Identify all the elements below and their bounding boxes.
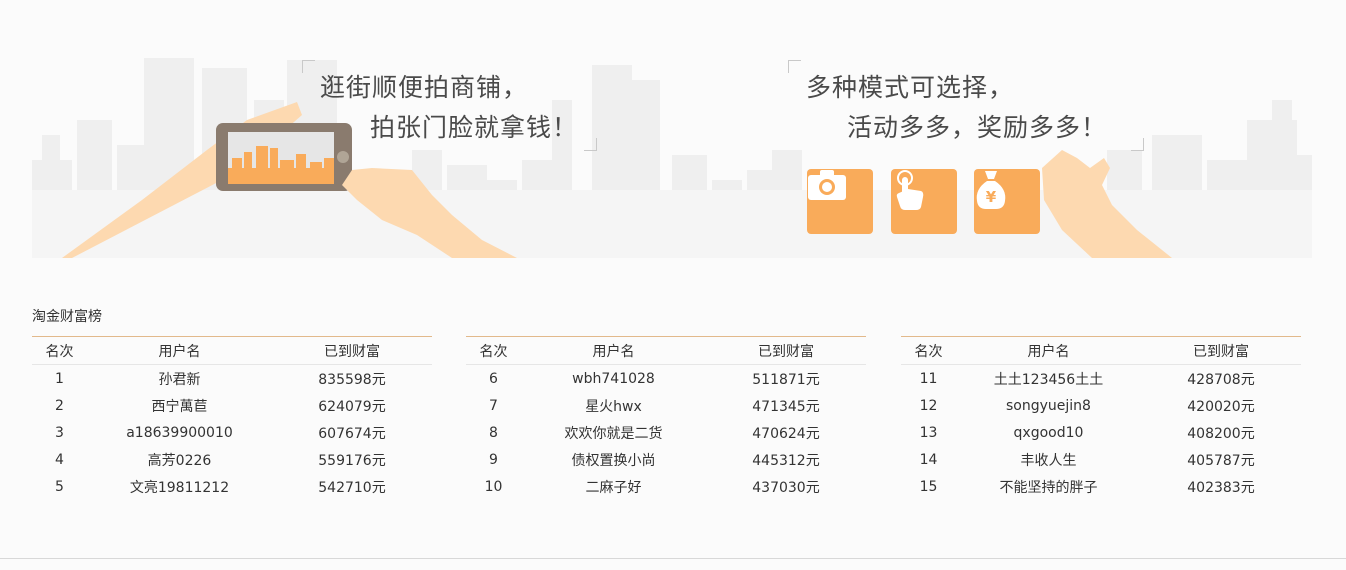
wealth-cell: 437030元 — [752, 479, 820, 496]
header-wealth: 已到财富 — [324, 343, 380, 360]
user-cell: 星火hwx — [585, 398, 642, 415]
table-row: 3 a18639900010 607674元 — [32, 419, 432, 446]
slogan-left-line1: 逛街顺便拍商铺， — [320, 73, 529, 102]
table-row: 7 星火hwx 471345元 — [466, 392, 866, 419]
header-rank: 名次 — [914, 343, 943, 360]
header-wealth: 已到财富 — [758, 343, 814, 360]
camera-feature-tile — [807, 169, 873, 234]
user-cell: wbh741028 — [572, 370, 655, 387]
user-cell: 西宁萬苣 — [151, 398, 208, 415]
header-user: 用户名 — [1027, 343, 1070, 360]
rank-cell: 12 — [919, 397, 938, 414]
table-row: 6 wbh741028 511871元 — [466, 365, 866, 392]
quote-corner-top-left — [788, 60, 801, 73]
rank-cell: 1 — [55, 370, 64, 387]
promo-banner: 逛街顺便拍商铺， 拍张门脸就拿钱！ 多种模式可选择， 活动多多，奖励多多！ ¥ — [32, 40, 1312, 258]
rank-cell: 10 — [484, 478, 503, 495]
yuan-glyph: ¥ — [986, 188, 997, 206]
table-row: 14 丰收人生 405787元 — [901, 446, 1301, 473]
wealth-cell: 470624元 — [752, 425, 820, 442]
ranking-table: 名次 用户名 已到财富 11 土土123456土土 428708元 12 songyu… — [901, 336, 1301, 500]
rank-cell: 3 — [55, 424, 64, 441]
wealth-cell: 835598元 — [318, 371, 386, 388]
money-bag-icon: ¥ — [976, 171, 1006, 209]
table-row: 1 孙君新 835598元 — [32, 365, 432, 392]
table-row: 2 西宁萬苣 624079元 — [32, 392, 432, 419]
rank-cell: 9 — [489, 451, 498, 468]
user-cell: 二麻子好 — [585, 479, 642, 496]
wealth-cell: 402383元 — [1187, 479, 1255, 496]
wealth-cell: 471345元 — [752, 398, 820, 415]
table-header: 名次 用户名 已到财富 — [901, 337, 1301, 365]
user-cell: 高芳0226 — [147, 452, 212, 469]
table-row: 8 欢欢你就是二货 470624元 — [466, 419, 866, 446]
wealth-cell: 428708元 — [1187, 371, 1255, 388]
user-cell: 丰收人生 — [1020, 452, 1077, 469]
table-header: 名次 用户名 已到财富 — [32, 337, 432, 365]
table-row: 11 土土123456土土 428708元 — [901, 365, 1301, 392]
user-cell: 土土123456土土 — [993, 371, 1104, 388]
table-row: 9 债权置换小尚 445312元 — [466, 446, 866, 473]
quote-corner-bottom-right — [1131, 138, 1144, 151]
user-cell: 不能坚持的胖子 — [999, 479, 1098, 496]
rank-cell: 4 — [55, 451, 64, 468]
rank-cell: 8 — [489, 424, 498, 441]
rank-cell: 2 — [55, 397, 64, 414]
table-row: 13 qxgood10 408200元 — [901, 419, 1301, 446]
wealth-cell: 408200元 — [1187, 425, 1255, 442]
wealth-cell: 607674元 — [318, 425, 386, 442]
header-rank: 名次 — [479, 343, 508, 360]
tap-feature-tile — [891, 169, 957, 234]
rank-cell: 5 — [55, 478, 64, 495]
table-row: 12 songyuejin8 420020元 — [901, 392, 1301, 419]
header-wealth: 已到财富 — [1193, 343, 1249, 360]
rank-cell: 6 — [489, 370, 498, 387]
user-cell: 文亮19811212 — [129, 479, 230, 496]
user-cell: a18639900010 — [126, 424, 233, 441]
header-rank: 名次 — [45, 343, 74, 360]
header-user: 用户名 — [158, 343, 201, 360]
rank-cell: 13 — [919, 424, 938, 441]
wealth-cell: 559176元 — [318, 452, 386, 469]
wealth-cell: 542710元 — [318, 479, 386, 496]
ranking-table: 名次 用户名 已到财富 1 孙君新 835598元 2 西宁萬苣 624079元 3 a1… — [32, 336, 432, 500]
user-cell: 孙君新 — [158, 371, 201, 388]
user-cell: qxgood10 — [1013, 424, 1084, 441]
user-cell: 欢欢你就是二货 — [564, 425, 663, 442]
leaderboard-title: 淘金财富榜 — [32, 309, 102, 325]
table-row: 4 高芳0226 559176元 — [32, 446, 432, 473]
wealth-cell: 511871元 — [752, 371, 820, 388]
rank-cell: 11 — [919, 370, 938, 387]
slogan-right-line2: 活动多多，奖励多多！ — [847, 113, 1108, 142]
table-row: 10 二麻子好 437030元 — [466, 473, 866, 500]
rank-cell: 15 — [919, 478, 938, 495]
table-row: 15 不能坚持的胖子 402383元 — [901, 473, 1301, 500]
ranking-table: 名次 用户名 已到财富 6 wbh741028 511871元 7 星火hwx 4713… — [466, 336, 866, 500]
wealth-cell: 405787元 — [1187, 452, 1255, 469]
user-cell: 债权置换小尚 — [571, 452, 656, 469]
tap-hand-icon — [896, 170, 924, 210]
wealth-cell: 420020元 — [1187, 398, 1255, 415]
skyline-illustration — [32, 58, 1312, 258]
rank-cell: 14 — [919, 451, 938, 468]
wealth-cell: 445312元 — [752, 452, 820, 469]
reward-feature-tile: ¥ — [974, 169, 1040, 234]
quote-corner-bottom-right — [584, 138, 597, 151]
footer-divider — [0, 558, 1346, 559]
quote-corner-top-left — [302, 60, 315, 73]
slogan-right-line1: 多种模式可选择， — [806, 73, 1015, 102]
header-user: 用户名 — [592, 343, 635, 360]
rank-cell: 7 — [489, 397, 498, 414]
table-header: 名次 用户名 已到财富 — [466, 337, 866, 365]
camera-icon — [808, 170, 846, 200]
wealth-cell: 624079元 — [318, 398, 386, 415]
table-row: 5 文亮19811212 542710元 — [32, 473, 432, 500]
user-cell: songyuejin8 — [1006, 397, 1091, 414]
slogan-left-line2: 拍张门脸就拿钱！ — [370, 113, 579, 142]
